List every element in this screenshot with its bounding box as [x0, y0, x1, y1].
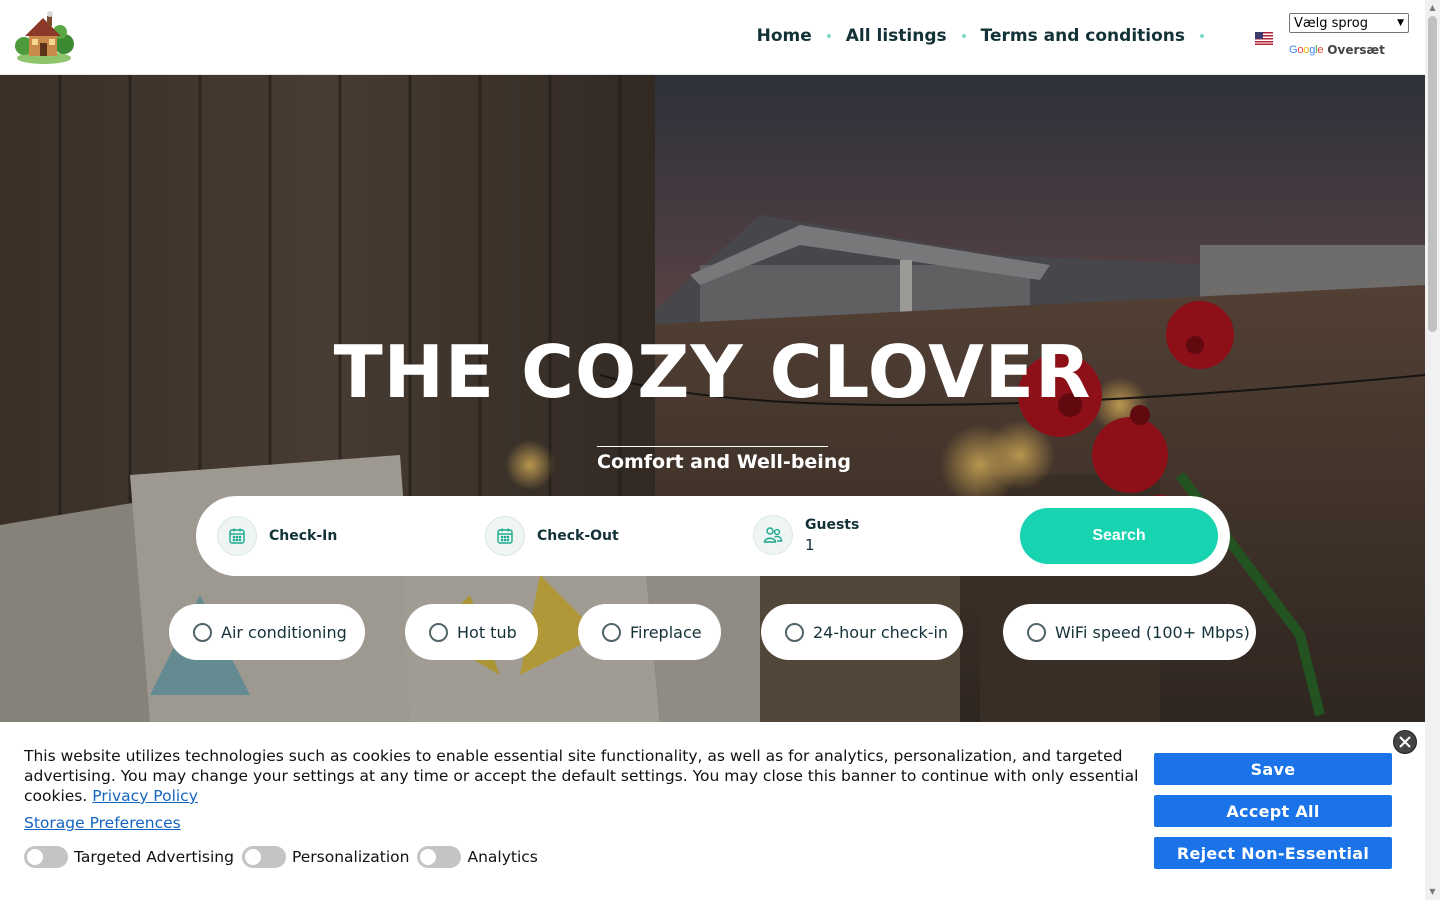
- toggle-targeted-advertising[interactable]: Targeted Advertising: [24, 846, 234, 868]
- scrollbar-thumb[interactable]: [1428, 16, 1437, 332]
- amenity-label: Hot tub: [457, 622, 517, 642]
- toggle-switch[interactable]: [24, 846, 68, 868]
- toggle-label: Targeted Advertising: [74, 848, 234, 866]
- toggle-label: Analytics: [467, 848, 538, 866]
- checkin-field[interactable]: Check-In: [217, 515, 337, 557]
- accept-all-button[interactable]: Accept All: [1154, 795, 1392, 827]
- google-translate-widget: Google Oversæt: [1289, 43, 1385, 57]
- radio-icon: [1027, 622, 1046, 642]
- nav-separator: [961, 34, 966, 38]
- toggle-analytics[interactable]: Analytics: [417, 846, 538, 868]
- nav-terms[interactable]: Terms and conditions: [981, 26, 1185, 46]
- amenity-fireplace[interactable]: Fireplace: [578, 604, 721, 660]
- amenity-label: Air conditioning: [221, 622, 347, 642]
- nav-separator: [826, 34, 831, 38]
- save-button[interactable]: Save: [1154, 753, 1392, 785]
- guests-field[interactable]: Guests 1: [753, 515, 859, 555]
- checkout-field[interactable]: Check-Out: [485, 515, 619, 557]
- storage-preferences-link[interactable]: Storage Preferences: [24, 814, 181, 832]
- amenity-air-conditioning[interactable]: Air conditioning: [169, 604, 365, 660]
- calendar-icon: [217, 516, 257, 556]
- cookie-toggles: Targeted Advertising Personalization Ana…: [24, 846, 546, 868]
- scroll-down-icon[interactable]: ▼: [1428, 886, 1437, 898]
- nav-all-listings[interactable]: All listings: [846, 26, 947, 46]
- language-select-value: Vælg sprog: [1294, 15, 1368, 31]
- main-nav: Home All listings Terms and conditions: [757, 26, 1219, 46]
- reject-non-essential-button[interactable]: Reject Non-Essential: [1154, 837, 1392, 869]
- amenity-label: 24-hour check-in: [813, 622, 949, 642]
- toggle-personalization[interactable]: Personalization: [241, 846, 410, 868]
- toggle-switch[interactable]: [241, 846, 286, 868]
- radio-icon: [429, 622, 448, 642]
- amenity-label: WiFi speed (100+ Mbps): [1055, 622, 1250, 642]
- toggle-switch[interactable]: [417, 846, 462, 868]
- nav-separator: [1200, 34, 1204, 38]
- toggle-label: Personalization: [291, 848, 410, 866]
- guests-label: Guests: [805, 516, 860, 533]
- radio-icon: [602, 622, 621, 642]
- close-icon[interactable]: [1393, 730, 1417, 754]
- house-logo[interactable]: [14, 10, 74, 66]
- checkout-label: Check-Out: [537, 528, 619, 544]
- amenity-hot-tub[interactable]: Hot tub: [405, 604, 538, 660]
- us-flag-icon[interactable]: [1255, 30, 1273, 45]
- radio-icon: [193, 622, 212, 642]
- guests-value[interactable]: 1: [805, 536, 859, 554]
- amenity-24-hour-checkin[interactable]: 24-hour check-in: [761, 604, 963, 660]
- hero-section: THE COZY CLOVER Comfort and Well-being C…: [0, 75, 1425, 722]
- hero-subtitle: Comfort and Well-being: [597, 446, 851, 473]
- chevron-down-icon: ▼: [1397, 18, 1404, 28]
- amenity-label: Fireplace: [630, 622, 702, 642]
- nav-home[interactable]: Home: [757, 26, 812, 46]
- search-bar: Check-In Check-Out Guests 1 Search: [196, 496, 1230, 576]
- hero-title: THE COZY CLOVER: [333, 330, 1092, 414]
- cookie-banner: This website utilizes technologies such …: [0, 722, 1425, 900]
- scroll-up-icon[interactable]: ▲: [1428, 2, 1437, 14]
- amenity-wifi-speed[interactable]: WiFi speed (100+ Mbps): [1003, 604, 1256, 660]
- language-select[interactable]: Vælg sprog ▼: [1289, 13, 1409, 33]
- privacy-policy-link[interactable]: Privacy Policy: [92, 787, 198, 805]
- radio-icon: [785, 622, 804, 642]
- translate-link[interactable]: Oversæt: [1327, 43, 1385, 57]
- search-button[interactable]: Search: [1020, 508, 1218, 564]
- checkin-label: Check-In: [269, 528, 338, 544]
- google-logo: Google: [1289, 44, 1324, 56]
- page-scrollbar[interactable]: ▲ ▼: [1425, 0, 1440, 900]
- cookie-message: This website utilizes technologies such …: [24, 746, 1139, 806]
- calendar-icon: [485, 516, 525, 556]
- site-header: Home All listings Terms and conditions V…: [0, 0, 1425, 75]
- users-icon: [753, 515, 793, 555]
